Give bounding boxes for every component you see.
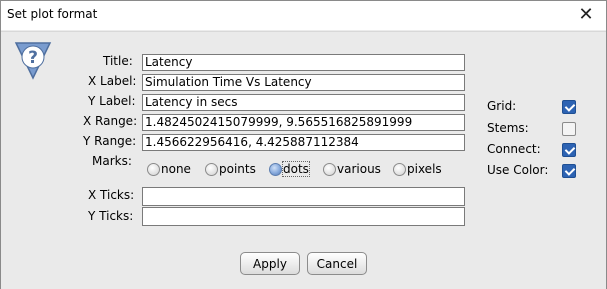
yticks-input[interactable] <box>142 207 465 226</box>
marks-radio-none[interactable]: none <box>147 162 191 176</box>
dialog-body: ? Title: Latency X Label: Simulation Tim… <box>1 31 606 289</box>
radio-label: various <box>337 162 381 176</box>
yrange-input[interactable]: 1.456622956416, 4.425887112384 <box>142 134 465 151</box>
yticks-label: Y Ticks: <box>88 209 134 223</box>
radio-button[interactable] <box>323 162 336 176</box>
ylabel-input[interactable]: Latency in secs <box>142 94 465 111</box>
yrange-label: Y Range: <box>83 134 137 148</box>
radio-label: dots <box>282 161 310 177</box>
marks-radio-points[interactable]: points <box>205 162 256 176</box>
grid-label: Grid: <box>487 99 517 113</box>
xlabel-input[interactable]: Simulation Time Vs Latency <box>142 74 465 91</box>
grid-checkbox[interactable] <box>562 100 576 114</box>
xticks-label: X Ticks: <box>88 188 135 202</box>
marks-radio-pixels[interactable]: pixels <box>393 162 442 176</box>
title-bar: Set plot format ✕ <box>1 1 606 30</box>
xticks-input[interactable] <box>142 187 465 206</box>
title-input[interactable]: Latency <box>142 54 465 71</box>
close-icon[interactable]: ✕ <box>574 3 598 27</box>
marks-radio-dots[interactable]: dots <box>269 161 310 177</box>
use-color-checkbox[interactable] <box>562 164 576 178</box>
title-label: Title: <box>103 54 133 68</box>
cancel-button[interactable]: Cancel <box>307 252 367 275</box>
radio-label: pixels <box>407 162 442 176</box>
radio-button[interactable] <box>393 162 406 176</box>
xlabel-label: X Label: <box>88 74 137 88</box>
stems-checkbox[interactable] <box>562 122 576 136</box>
use-color-label: Use Color: <box>487 163 549 177</box>
radio-button[interactable] <box>147 162 160 176</box>
svg-text:?: ? <box>28 48 38 68</box>
ylabel-label: Y Label: <box>88 94 136 108</box>
dialog-title: Set plot format <box>7 7 98 21</box>
apply-button[interactable]: Apply <box>240 252 300 275</box>
radio-label: points <box>219 162 256 176</box>
xrange-label: X Range: <box>83 114 138 128</box>
xrange-input[interactable]: 1.4824502415079999, 9.565516825891999 <box>142 114 465 131</box>
marks-radio-various[interactable]: various <box>323 162 381 176</box>
help-question-icon: ? <box>14 42 52 80</box>
dialog-window: Set plot format ✕ ? Title: Latency X Lab… <box>0 0 607 289</box>
connect-checkbox[interactable] <box>562 143 576 157</box>
marks-label: Marks: <box>92 154 132 168</box>
stems-label: Stems: <box>487 121 529 135</box>
connect-label: Connect: <box>487 142 541 156</box>
radio-button[interactable] <box>205 162 218 176</box>
radio-button[interactable] <box>269 162 282 176</box>
radio-label: none <box>161 162 191 176</box>
